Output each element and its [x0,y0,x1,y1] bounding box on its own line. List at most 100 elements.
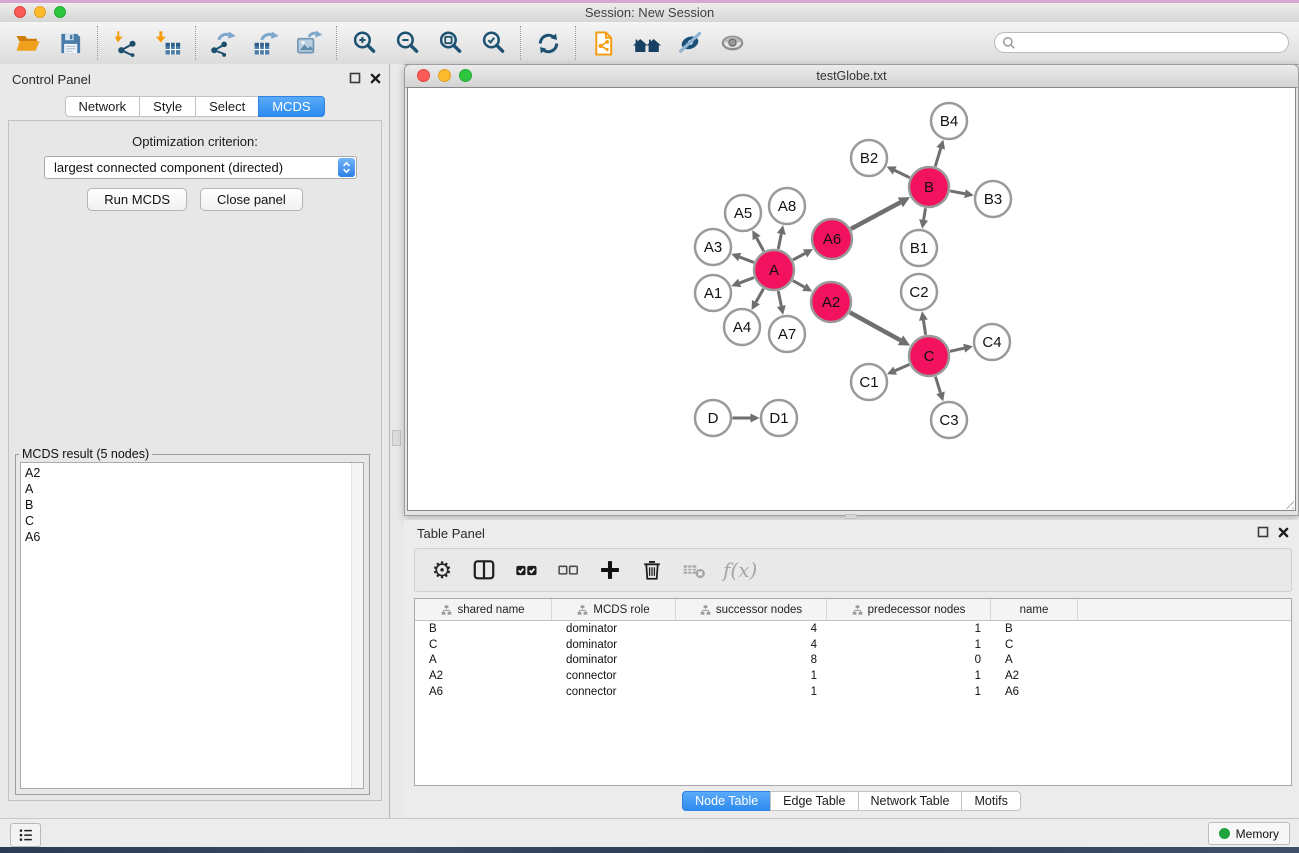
table-row[interactable]: Bdominator41B [415,621,1291,637]
criterion-select[interactable]: largest connected component (directed) [44,156,357,179]
zoom-fit-button[interactable] [429,25,472,61]
column-header-MCDS-role[interactable]: MCDS role [552,599,676,620]
table-row[interactable]: A6connector11A6 [415,684,1291,700]
split-pane-divider-horizontal[interactable] [845,514,857,519]
column-header-predecessor-nodes[interactable]: predecessor nodes [827,599,991,620]
node-A1[interactable]: A1 [695,275,731,311]
edge-A-A2[interactable] [793,281,805,288]
edge-C-C4[interactable] [950,348,964,351]
edge-B-B1[interactable] [924,208,926,220]
zoom-out-button[interactable] [386,25,429,61]
node-A5[interactable]: A5 [725,195,761,231]
node-A2[interactable]: A2 [811,282,851,322]
tab-edge-table[interactable]: Edge Table [770,791,858,811]
edge-A-A4[interactable] [756,289,764,302]
search-input[interactable] [1020,35,1288,51]
table-row[interactable]: Cdominator41C [415,637,1291,653]
table-row[interactable]: Adominator80A [415,652,1291,668]
export-table-button[interactable] [245,25,288,61]
resize-grip-icon[interactable] [1281,496,1294,509]
columns-button[interactable] [471,555,497,585]
network-file-button[interactable] [582,25,625,61]
network-canvas[interactable]: B4B2BB3A8A5A6A3B1AC2A1A2A4A7C4CC1DD1C3 [407,87,1296,511]
node-A6[interactable]: A6 [812,219,852,259]
export-image-button[interactable] [288,25,331,61]
edge-A-A8[interactable] [778,234,781,249]
deselect-all-button[interactable] [555,555,581,585]
float-table-panel-icon[interactable] [1257,526,1269,538]
tab-motifs[interactable]: Motifs [961,791,1020,811]
edge-A-A1[interactable] [740,278,754,283]
close-panel-button[interactable]: Close panel [200,188,303,211]
mcds-result-item[interactable]: B [21,497,363,513]
network-graph[interactable]: B4B2BB3A8A5A6A3B1AC2A1A2A4A7C4CC1DD1C3 [408,88,1297,512]
edge-C-C3[interactable] [935,377,940,393]
import-network-button[interactable] [104,25,147,61]
mcds-result-item[interactable]: A2 [21,465,363,481]
column-header-name[interactable]: name [991,599,1078,620]
scrollbar-track[interactable] [351,463,363,788]
hide-graphics-button[interactable] [668,25,711,61]
node-C[interactable]: C [909,336,949,376]
import-table-button[interactable] [147,25,190,61]
gear-button[interactable]: ⚙ [429,555,455,585]
run-mcds-button[interactable]: Run MCDS [87,188,187,211]
node-A3[interactable]: A3 [695,229,731,265]
edge-A-A3[interactable] [740,257,754,262]
split-pane-divider-vertical[interactable] [390,64,404,818]
open-folder-button[interactable] [6,25,49,61]
float-panel-icon[interactable] [349,72,361,84]
select-all-button[interactable] [513,555,539,585]
refresh-button[interactable] [527,25,570,61]
table-row[interactable]: A2connector11A2 [415,668,1291,684]
home-button[interactable] [625,25,668,61]
node-B4[interactable]: B4 [931,103,967,139]
show-graphics-button[interactable] [711,25,754,61]
mcds-result-item[interactable]: A [21,481,363,497]
mcds-result-item[interactable]: A6 [21,529,363,545]
node-A[interactable]: A [754,250,794,290]
memory-button[interactable]: Memory [1208,822,1290,845]
node-A8[interactable]: A8 [769,188,805,224]
edge-A-A6[interactable] [793,253,805,259]
edge-B-B3[interactable] [950,191,965,194]
tab-select[interactable]: Select [195,96,259,117]
tab-network-table[interactable]: Network Table [858,791,963,811]
column-header-shared-name[interactable]: shared name [415,599,552,620]
node-C3[interactable]: C3 [931,402,967,438]
save-button[interactable] [49,25,92,61]
edge-A-A7[interactable] [778,291,781,306]
export-network-button[interactable] [202,25,245,61]
delete-table-button[interactable] [681,555,707,585]
function-button[interactable]: f(x) [723,555,757,585]
trash-button[interactable] [639,555,665,585]
mcds-result-list[interactable]: A2ABCA6 [20,462,364,789]
close-table-panel-icon[interactable] [1278,527,1289,538]
edge-A-A5[interactable] [757,238,764,251]
node-B2[interactable]: B2 [851,140,887,176]
tab-style[interactable]: Style [139,96,196,117]
node-table[interactable]: shared nameMCDS rolesuccessor nodesprede… [414,598,1292,786]
edge-A2-C[interactable] [850,312,901,340]
node-D1[interactable]: D1 [761,400,797,436]
tab-node-table[interactable]: Node Table [682,791,771,811]
node-B1[interactable]: B1 [901,230,937,266]
mcds-result-item[interactable]: C [21,513,363,529]
node-C2[interactable]: C2 [901,274,937,310]
edge-C-C2[interactable] [923,320,925,335]
zoom-in-button[interactable] [343,25,386,61]
tab-network[interactable]: Network [64,96,140,117]
tab-mcds[interactable]: MCDS [258,96,324,117]
task-history-button[interactable] [10,823,41,847]
search-box[interactable] [994,32,1289,53]
column-header-successor-nodes[interactable]: successor nodes [676,599,827,620]
divider-handle[interactable] [392,430,401,446]
zoom-selected-button[interactable] [472,25,515,61]
add-button[interactable] [597,555,623,585]
edge-B-B2[interactable] [895,170,910,177]
node-A4[interactable]: A4 [724,309,760,345]
edge-B-B4[interactable] [935,148,940,166]
node-A7[interactable]: A7 [769,316,805,352]
node-B3[interactable]: B3 [975,181,1011,217]
close-panel-icon[interactable] [370,73,381,84]
